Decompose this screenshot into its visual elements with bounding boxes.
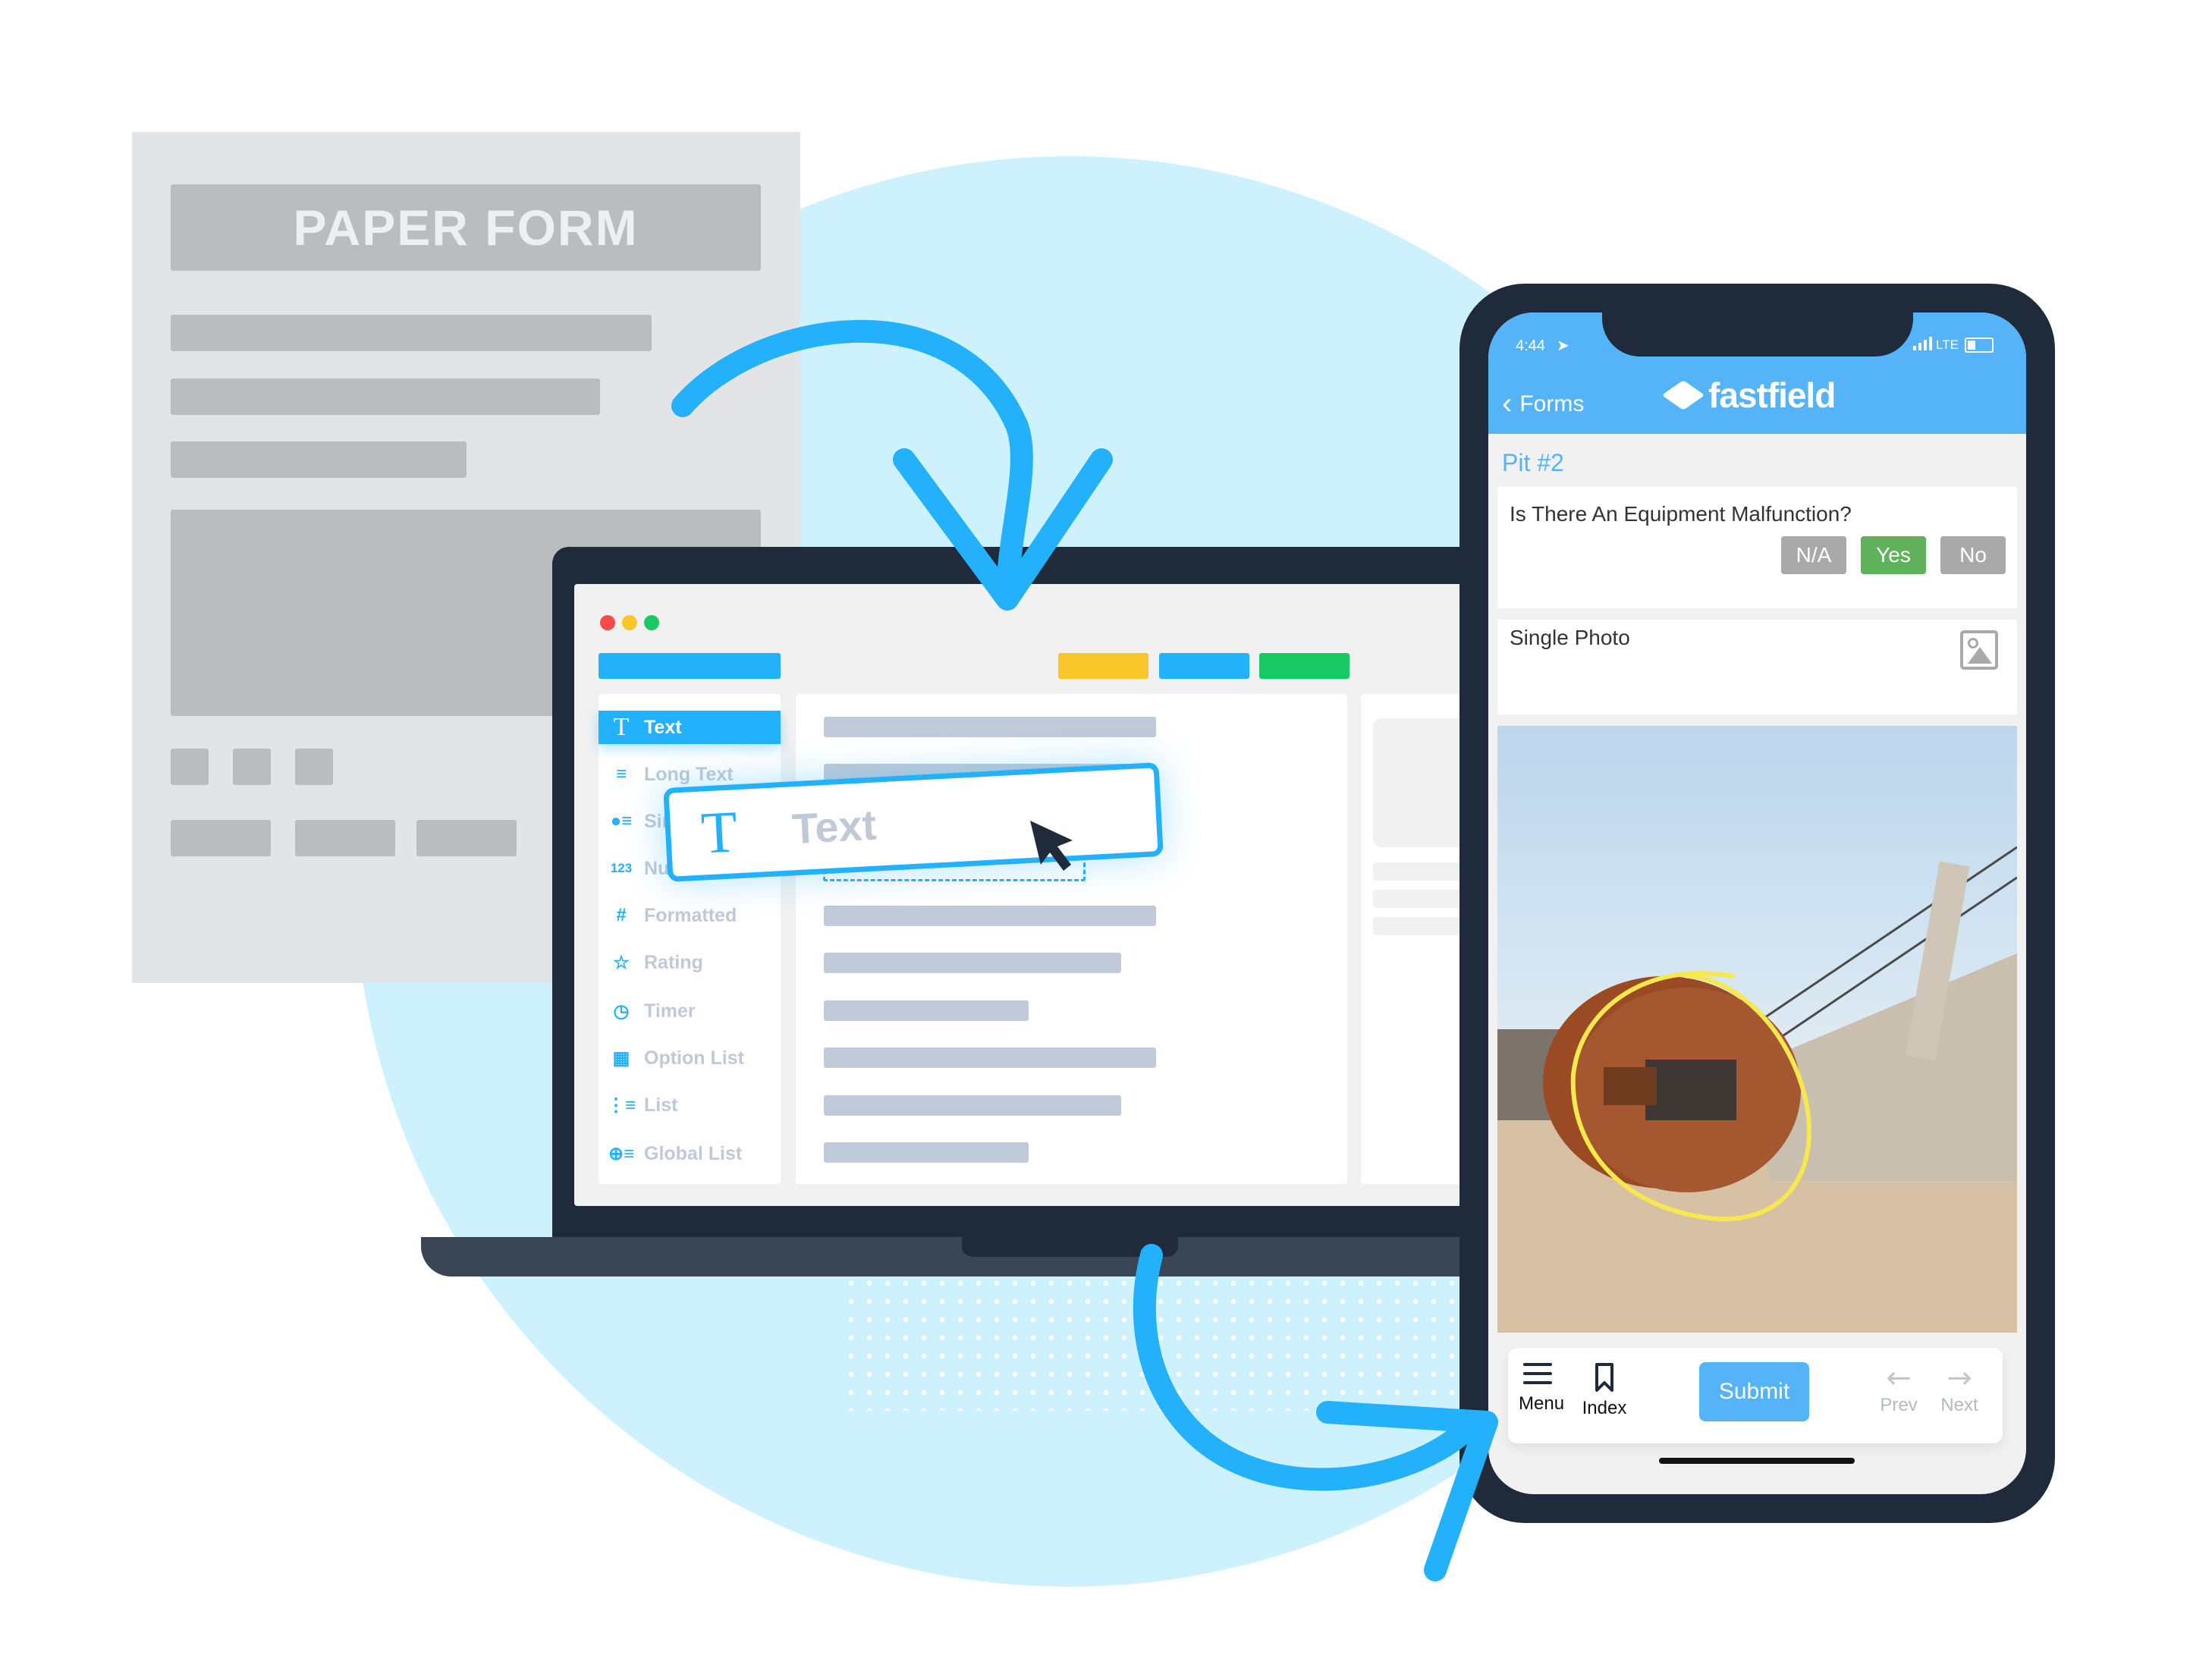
arrow-builder-to-phone <box>1133 1244 1483 1491</box>
flow-arrows <box>671 319 1498 1581</box>
